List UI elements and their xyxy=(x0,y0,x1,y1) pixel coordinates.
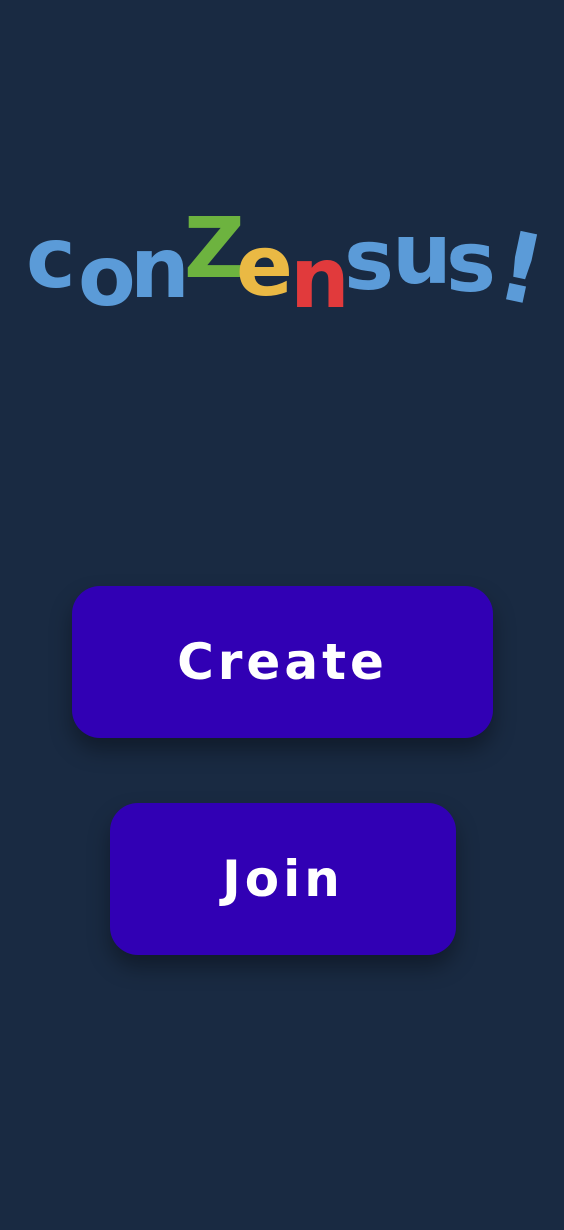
logo-letter-s2: s xyxy=(446,213,496,311)
logo-letter-n2: n xyxy=(290,229,350,325)
join-button-label: Join xyxy=(222,850,344,908)
logo-letter-o: o xyxy=(78,227,136,325)
logo-letter-c1: c xyxy=(26,209,76,307)
join-button[interactable]: Join xyxy=(110,803,456,955)
logo-letter-exclamation: ! xyxy=(488,209,548,325)
create-button[interactable]: Create xyxy=(72,586,493,738)
logo-letter-n1: n xyxy=(130,219,190,317)
logo-letter-e: e xyxy=(236,217,293,315)
app-logo: c o n Z e n s u s ! xyxy=(18,205,548,325)
create-button-label: Create xyxy=(177,633,388,691)
logo-letter-u: u xyxy=(392,205,452,303)
logo-wordmark: c o n Z e n s u s ! xyxy=(26,205,548,325)
logo-letter-s1: s xyxy=(344,211,394,309)
